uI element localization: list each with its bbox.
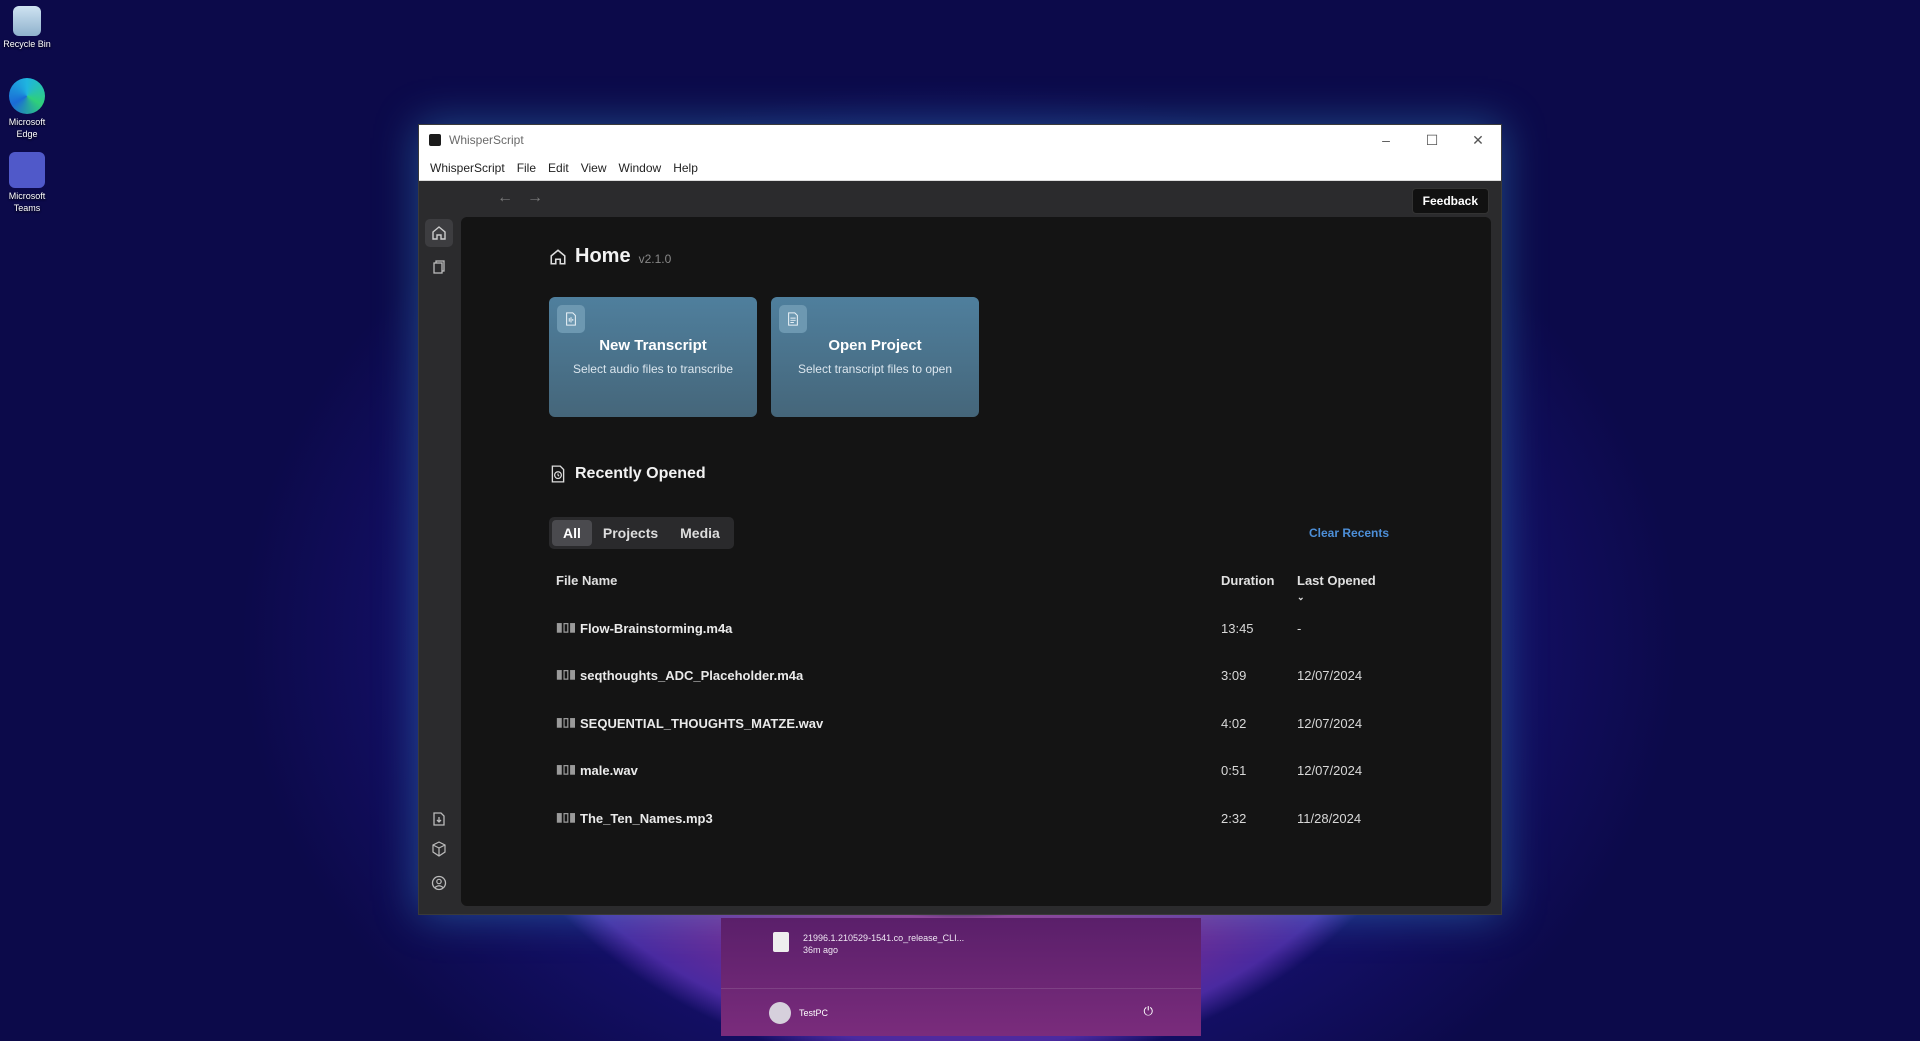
- new-transcript-card[interactable]: New Transcript Select audio files to tra…: [549, 297, 757, 417]
- home-icon: [550, 248, 566, 265]
- toolbar: ← → Feedback: [419, 181, 1501, 215]
- user-name: TestPC: [799, 1008, 829, 1018]
- clear-recents-link[interactable]: Clear Recents: [1309, 526, 1389, 540]
- filter-all[interactable]: All: [552, 520, 592, 546]
- main-panel: Home v2.1.0 New Transcript Select audio …: [461, 217, 1491, 906]
- menu-whisperscript[interactable]: WhisperScript: [424, 161, 511, 175]
- version-label: v2.1.0: [638, 251, 672, 266]
- audio-wave-icon: ▮▯▮: [556, 810, 576, 824]
- recent-file-time: 36m ago: [803, 945, 839, 955]
- desktop-icon-label: Microsoft Edge: [8, 117, 46, 139]
- card-subtitle: Select transcript files to open: [797, 362, 953, 376]
- menu-bar: WhisperScript File Edit View Window Help: [419, 155, 1501, 181]
- desktop-icon-label: Microsoft Teams: [8, 191, 46, 213]
- document-icon: [779, 305, 807, 333]
- card-title: New Transcript: [599, 337, 707, 354]
- package-icon: [432, 841, 446, 857]
- app-window: WhisperScript – ☐ ✕ WhisperScript File E…: [418, 124, 1502, 915]
- filter-tabs: All Projects Media: [549, 517, 734, 549]
- file-name: Flow-Brainstorming.m4a: [580, 621, 733, 636]
- file-icon: [773, 932, 789, 952]
- home-title: Home: [575, 245, 631, 267]
- file-name: seqthoughts_ADC_Placeholder.m4a: [580, 668, 804, 683]
- menu-view[interactable]: View: [575, 161, 613, 175]
- user-account-button[interactable]: TestPC: [769, 1002, 828, 1024]
- table-row[interactable]: ▮▯▮ SEQUENTIAL_THOUGHTS_MATZE.wav 4:02 1…: [556, 714, 1386, 734]
- file-name: The_Ten_Names.mp3: [580, 811, 713, 826]
- page-title: Home v2.1.0: [549, 245, 671, 268]
- edge-icon: [9, 78, 45, 114]
- start-menu-popup: 21996.1.210529-1541.co_release_CLI... 36…: [721, 918, 1201, 1036]
- download-file-icon: [433, 812, 445, 826]
- menu-window[interactable]: Window: [613, 161, 668, 175]
- title-bar: WhisperScript – ☐ ✕: [419, 125, 1501, 155]
- audio-wave-icon: ▮▯▮: [556, 620, 576, 634]
- user-circle-icon: [431, 875, 447, 891]
- file-name: SEQUENTIAL_THOUGHTS_MATZE.wav: [580, 716, 824, 731]
- card-subtitle: Select audio files to transcribe: [572, 362, 734, 376]
- file-last-opened: -: [1297, 621, 1302, 636]
- desktop-icon-label: Recycle Bin: [3, 39, 51, 49]
- documents-icon: [433, 260, 445, 274]
- menu-edit[interactable]: Edit: [542, 161, 575, 175]
- table-row[interactable]: ▮▯▮ Flow-Brainstorming.m4a 13:45 -: [556, 619, 1386, 639]
- close-icon[interactable]: ✕: [1455, 125, 1501, 155]
- recycle-bin-icon: [13, 6, 41, 36]
- recent-file-name: 21996.1.210529-1541.co_release_CLI...: [803, 933, 965, 943]
- desktop-icon-recycle-bin[interactable]: Recycle Bin: [0, 4, 54, 50]
- sidebar: [419, 215, 459, 914]
- forward-arrow-icon[interactable]: →: [527, 189, 543, 207]
- file-last-opened: 12/07/2024: [1297, 668, 1363, 683]
- teams-icon: [9, 152, 45, 188]
- recently-opened-heading: Recently Opened: [549, 465, 706, 483]
- app-icon: [429, 134, 441, 146]
- divider: [721, 988, 1201, 989]
- chevron-down-icon: ⌄: [1297, 592, 1305, 602]
- file-duration: 4:02: [1221, 716, 1247, 731]
- audio-file-icon: [557, 305, 585, 333]
- filter-media[interactable]: Media: [669, 520, 731, 546]
- open-project-card[interactable]: Open Project Select transcript files to …: [771, 297, 979, 417]
- audio-wave-icon: ▮▯▮: [556, 762, 576, 776]
- file-last-opened: 11/28/2024: [1297, 811, 1362, 826]
- sidebar-models-button[interactable]: [425, 835, 453, 863]
- sidebar-import-button[interactable]: [425, 805, 453, 833]
- power-icon[interactable]: ⏻: [1144, 1004, 1154, 1019]
- desktop-icon-edge[interactable]: Microsoft Edge: [0, 78, 54, 140]
- sidebar-home-button[interactable]: [425, 219, 453, 247]
- column-duration[interactable]: Duration: [1221, 573, 1274, 588]
- audio-wave-icon: ▮▯▮: [556, 667, 576, 681]
- window-title: WhisperScript: [449, 133, 524, 147]
- minimize-icon[interactable]: –: [1363, 125, 1409, 155]
- file-duration: 3:09: [1221, 668, 1247, 683]
- file-duration: 2:32: [1221, 811, 1247, 826]
- back-arrow-icon[interactable]: ←: [497, 189, 513, 207]
- home-icon: [432, 226, 446, 240]
- avatar: [769, 1002, 791, 1024]
- sidebar-account-button[interactable]: [425, 869, 453, 897]
- section-title: Recently Opened: [575, 465, 706, 482]
- desktop-icon-teams[interactable]: Microsoft Teams: [0, 152, 54, 214]
- maximize-icon[interactable]: ☐: [1409, 125, 1455, 155]
- file-last-opened: 12/07/2024: [1297, 763, 1363, 778]
- column-last-opened[interactable]: Last Opened ⌄: [1297, 573, 1386, 603]
- file-duration: 0:51: [1221, 763, 1247, 778]
- feedback-button[interactable]: Feedback: [1411, 188, 1489, 214]
- menu-help[interactable]: Help: [667, 161, 704, 175]
- recent-file-item[interactable]: 21996.1.210529-1541.co_release_CLI... 36…: [803, 932, 964, 956]
- table-row[interactable]: ▮▯▮ The_Ten_Names.mp3 2:32 11/28/2024: [556, 809, 1386, 829]
- table-row[interactable]: ▮▯▮ seqthoughts_ADC_Placeholder.m4a 3:09…: [556, 666, 1386, 686]
- table-row[interactable]: ▮▯▮ male.wav 0:51 12/07/2024: [556, 761, 1386, 781]
- file-last-opened: 12/07/2024: [1297, 716, 1363, 731]
- file-duration: 13:45: [1221, 621, 1254, 636]
- audio-wave-icon: ▮▯▮: [556, 715, 576, 729]
- file-name: male.wav: [580, 763, 638, 778]
- column-file-name[interactable]: File Name: [556, 573, 617, 588]
- sidebar-documents-button[interactable]: [425, 253, 453, 281]
- recent-file-icon: [551, 465, 565, 483]
- menu-file[interactable]: File: [511, 161, 542, 175]
- filter-projects[interactable]: Projects: [592, 520, 669, 546]
- card-title: Open Project: [828, 337, 922, 354]
